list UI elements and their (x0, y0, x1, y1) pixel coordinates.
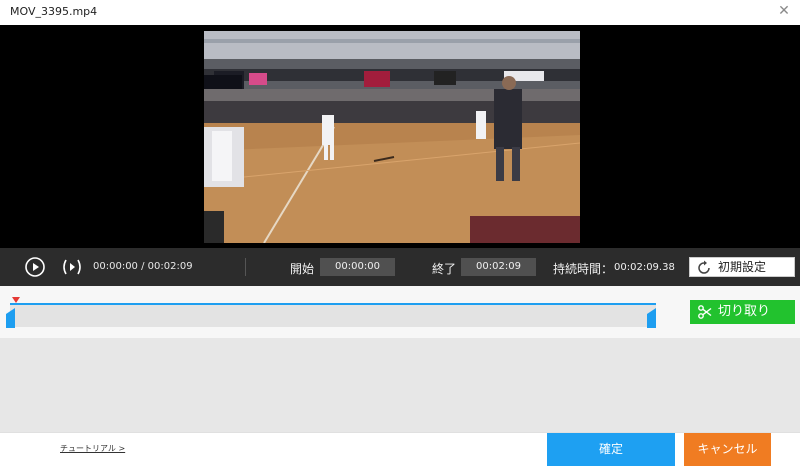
window-title: MOV_3395.mp4 (10, 5, 98, 18)
cancel-button[interactable]: キャンセル (684, 433, 771, 466)
duration-label: 持続時間： (553, 262, 614, 276)
timeline-track[interactable] (10, 303, 656, 327)
video-frame-image (204, 31, 580, 243)
total-time: 00:02:09 (147, 261, 193, 272)
current-time: 00:00:00 (93, 261, 138, 272)
refresh-icon (698, 260, 710, 274)
cut-label: 切り取り (718, 304, 771, 319)
scissors-icon (698, 305, 712, 319)
tutorial-link[interactable]: チュートリアル > (60, 443, 125, 454)
clip-list-area (0, 338, 800, 432)
duration-value: 00:02:09.38 (614, 262, 675, 273)
trim-start-handle[interactable] (6, 308, 15, 328)
reset-label: 初期設定 (718, 260, 767, 274)
title-bar: MOV_3395.mp4 ✕ (0, 0, 800, 25)
reset-button[interactable]: 初期設定 (689, 257, 795, 277)
video-preview (0, 25, 800, 248)
cut-button[interactable]: 切り取り (690, 300, 795, 324)
divider (245, 258, 246, 276)
start-label: 開始 (290, 262, 315, 276)
play-icon[interactable] (24, 256, 46, 278)
close-icon[interactable]: ✕ (776, 3, 792, 19)
end-time-input[interactable]: 00:02:09 (461, 258, 536, 276)
confirm-button[interactable]: 確定 (547, 433, 675, 466)
end-label: 終了 (432, 262, 457, 276)
video-frame (204, 31, 580, 243)
next-frame-icon[interactable] (61, 256, 83, 278)
start-time-input[interactable]: 00:00:00 (320, 258, 395, 276)
control-bar: 00:00:00 / 00:02:09 開始 00:00:00 終了 00:02… (0, 248, 800, 286)
trim-timeline: 切り取り (0, 286, 800, 338)
playback-time: 00:00:00 / 00:02:09 (93, 261, 193, 272)
footer-bar: チュートリアル > 確定 キャンセル (0, 432, 800, 466)
time-separator: / (141, 261, 145, 272)
